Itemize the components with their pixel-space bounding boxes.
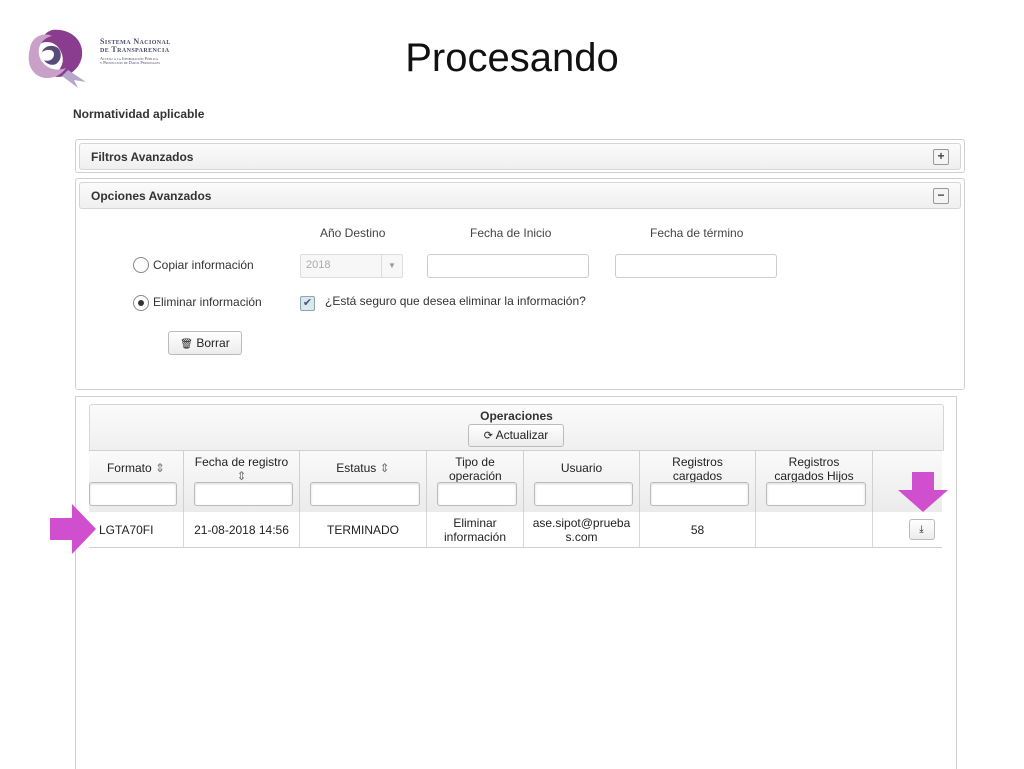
filtros-panel: Filtros Avanzados + bbox=[75, 139, 965, 173]
filter-tipo-input[interactable] bbox=[437, 482, 517, 506]
trash-icon: 🗑 bbox=[180, 339, 193, 350]
confirm-label: ¿Está seguro que desea eliminar la infor… bbox=[325, 294, 586, 308]
col-hijos-label: Registros cargados Hijos bbox=[774, 455, 854, 483]
col-tipo-label: Tipo de operación bbox=[449, 455, 502, 483]
copiar-label: Copiar información bbox=[153, 258, 254, 272]
filtros-header[interactable]: Filtros Avanzados + bbox=[79, 143, 961, 170]
col-header-estatus[interactable]: Estatus ⇕ bbox=[300, 450, 427, 512]
filter-hijos-input[interactable] bbox=[766, 482, 866, 506]
annotation-arrow-down-icon bbox=[898, 472, 948, 512]
cell-formato: LGTA70FI bbox=[89, 512, 184, 548]
fecha-termino-input[interactable] bbox=[615, 254, 777, 278]
borrar-button[interactable]: 🗑 Borrar bbox=[168, 331, 242, 355]
anio-destino-value: 2018 bbox=[306, 259, 331, 271]
filter-formato-input[interactable] bbox=[89, 482, 177, 506]
filter-registros-input[interactable] bbox=[650, 482, 749, 506]
col-usuario-label: Usuario bbox=[560, 461, 603, 475]
cell-fecha: 21-08-2018 14:56 bbox=[184, 512, 300, 548]
cell-estatus: TERMINADO bbox=[300, 512, 427, 548]
borrar-label: Borrar bbox=[196, 336, 230, 350]
col-header-registros: Registros cargados bbox=[640, 450, 756, 512]
cell-tipo: Eliminar información bbox=[427, 512, 524, 548]
fecha-inicio-input[interactable] bbox=[427, 254, 589, 278]
col-fecha-label: Fecha de registro bbox=[194, 455, 289, 469]
col-header-formato[interactable]: Formato ⇕ bbox=[89, 450, 184, 512]
eliminar-label: Eliminar información bbox=[153, 295, 262, 309]
col-formato-label: Formato bbox=[106, 461, 152, 475]
opciones-title: Opciones Avanzados bbox=[91, 189, 212, 203]
sort-icon: ⇕ bbox=[154, 461, 166, 475]
download-icon: ⤓ bbox=[919, 524, 924, 535]
col-fecha-termino: Fecha de término bbox=[650, 226, 744, 240]
operaciones-header: Operaciones ⟳ Actualizar bbox=[89, 404, 944, 451]
annotation-arrow-right-icon bbox=[50, 504, 96, 554]
col-estatus-label: Estatus bbox=[336, 461, 377, 475]
col-header-usuario: Usuario bbox=[524, 450, 640, 512]
sort-icon: ⇕ bbox=[379, 461, 390, 475]
checkmark-icon: ✔ bbox=[302, 297, 313, 309]
expand-plus-icon[interactable]: + bbox=[933, 149, 949, 165]
sort-icon: ⇕ bbox=[236, 469, 247, 483]
cell-usuario: ase.sipot@pruebas.com bbox=[524, 512, 640, 548]
download-button[interactable]: ⤓ bbox=[908, 519, 935, 540]
section-label: Normatividad aplicable bbox=[73, 107, 205, 121]
actualizar-button[interactable]: ⟳ Actualizar bbox=[468, 424, 564, 447]
col-header-tipo: Tipo de operación bbox=[427, 450, 524, 512]
opciones-panel: Opciones Avanzados − bbox=[75, 178, 965, 390]
filter-fecha-input[interactable] bbox=[194, 482, 293, 506]
filter-usuario-input[interactable] bbox=[534, 482, 633, 506]
col-header-fecha[interactable]: Fecha de registro ⇕ bbox=[184, 450, 300, 512]
operaciones-title: Operaciones bbox=[480, 409, 553, 423]
copiar-radio[interactable] bbox=[133, 257, 149, 273]
cell-registros: 58 bbox=[640, 512, 756, 548]
col-header-hijos: Registros cargados Hijos bbox=[756, 450, 873, 512]
cell-actions: ⤓ bbox=[873, 512, 942, 548]
col-registros-label: Registros cargados bbox=[672, 455, 723, 483]
col-fecha-inicio: Fecha de Inicio bbox=[470, 226, 552, 240]
cell-hijos bbox=[756, 512, 873, 548]
eliminar-radio[interactable] bbox=[133, 295, 149, 311]
anio-destino-select[interactable]: 2018 ▼ bbox=[300, 254, 403, 278]
filtros-title: Filtros Avanzados bbox=[91, 150, 194, 164]
collapse-minus-icon[interactable]: − bbox=[933, 188, 949, 204]
chevron-down-icon: ▼ bbox=[381, 255, 402, 277]
filter-estatus-input[interactable] bbox=[310, 482, 420, 506]
refresh-icon: ⟳ bbox=[483, 430, 493, 442]
slide-title: Procesando bbox=[405, 36, 619, 80]
col-anio-destino: Año Destino bbox=[320, 226, 386, 240]
opciones-header[interactable]: Opciones Avanzados − bbox=[79, 182, 961, 209]
confirm-checkbox[interactable]: ✔ bbox=[300, 296, 315, 311]
actualizar-label: Actualizar bbox=[495, 428, 549, 442]
